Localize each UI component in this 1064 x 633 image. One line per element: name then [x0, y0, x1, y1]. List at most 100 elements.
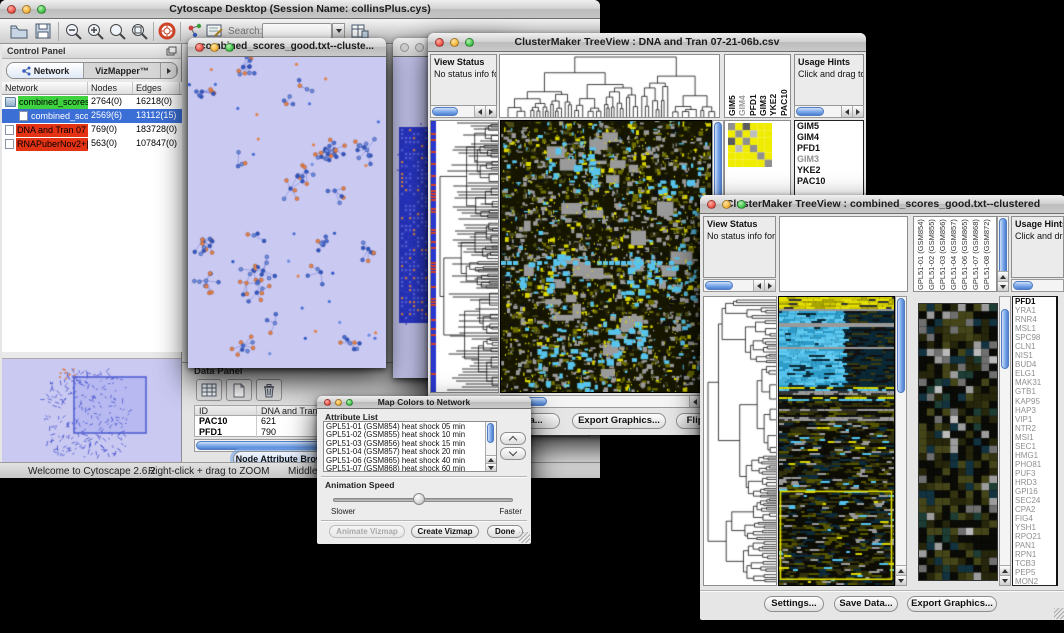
- gene-label[interactable]: GIM4: [795, 132, 863, 143]
- zoom-selected-icon[interactable]: [130, 22, 150, 46]
- zoom-window-icon[interactable]: [737, 200, 746, 209]
- scroll-up-icon[interactable]: [896, 565, 906, 575]
- gene-label[interactable]: GPI16: [1013, 487, 1056, 496]
- save-data-button[interactable]: Save Data...: [834, 596, 898, 612]
- gene-label[interactable]: ELG1: [1013, 369, 1056, 378]
- save-icon[interactable]: [34, 22, 52, 45]
- main-titlebar[interactable]: Cytoscape Desktop (Session Name: collins…: [0, 0, 600, 19]
- attribute-list-vscrollbar[interactable]: [485, 422, 496, 471]
- scroll-down-icon[interactable]: [998, 281, 1008, 291]
- gene-label[interactable]: HRD3: [1013, 478, 1056, 487]
- gene-label[interactable]: SPC98: [1013, 333, 1056, 342]
- move-up-button[interactable]: [500, 432, 526, 445]
- delete-attribute-trash-icon[interactable]: [256, 379, 282, 401]
- tv2-heatmap-canvas[interactable]: [779, 297, 894, 585]
- scroll-right-icon[interactable]: [764, 280, 775, 291]
- gene-label[interactable]: CLN1: [1013, 342, 1056, 351]
- settings-button[interactable]: Settings...: [764, 596, 824, 612]
- close-icon[interactable]: [707, 200, 716, 209]
- column-label[interactable]: GIM4: [737, 57, 747, 116]
- gene-label[interactable]: PHO81: [1013, 460, 1056, 469]
- slider-thumb[interactable]: [413, 493, 425, 505]
- help-lifering-icon[interactable]: [158, 22, 177, 46]
- scroll-left-icon[interactable]: [474, 106, 485, 117]
- column-label[interactable]: GPL51-01 (GSM854): [916, 218, 927, 290]
- column-label[interactable]: GIM5: [727, 57, 737, 116]
- gene-label[interactable]: YKE2: [795, 165, 863, 176]
- scrollbar-thumb[interactable]: [1001, 309, 1009, 369]
- treeview-combined-titlebar[interactable]: ClusterMaker TreeView : combined_scores_…: [700, 195, 1064, 214]
- scroll-left-icon[interactable]: [753, 280, 764, 291]
- column-label[interactable]: GPL51-06 (GSM865): [960, 218, 971, 290]
- gene-label[interactable]: NIS1: [1013, 351, 1056, 360]
- zoom-window-icon[interactable]: [465, 38, 474, 47]
- treeview-dna-titlebar[interactable]: ClusterMaker TreeView : DNA and Tran 07-…: [428, 33, 866, 52]
- scrollbar-thumb[interactable]: [897, 298, 905, 393]
- network-table-row[interactable]: combined_sco 2569(6) 13112(15): [2, 109, 182, 123]
- scroll-up-icon[interactable]: [998, 271, 1008, 281]
- minimize-icon[interactable]: [335, 399, 342, 406]
- birdseye-canvas[interactable]: [2, 359, 181, 463]
- gene-label[interactable]: YRA1: [1013, 306, 1056, 315]
- network-table-row[interactable]: RNAPuberNov2+| 563(0) 107847(0): [2, 137, 182, 151]
- scrollbar-thumb[interactable]: [796, 107, 824, 116]
- scroll-up-icon[interactable]: [1000, 565, 1010, 575]
- tv2-zoom-vscrollbar[interactable]: [999, 296, 1011, 586]
- scroll-up-icon[interactable]: [486, 455, 496, 463]
- gene-label[interactable]: HMG1: [1013, 451, 1056, 460]
- gene-label[interactable]: PEP5: [1013, 568, 1056, 577]
- scrollbar-thumb[interactable]: [432, 107, 458, 116]
- animate-vizmap-button[interactable]: Animate Vizmap: [329, 525, 405, 538]
- column-label[interactable]: GPL51-03 (GSM856): [938, 218, 949, 290]
- tv2-status-hscrollbar[interactable]: [703, 279, 776, 292]
- close-icon[interactable]: [435, 38, 444, 47]
- gene-label[interactable]: TCB3: [1013, 559, 1056, 568]
- gene-label[interactable]: KAP95: [1013, 397, 1056, 406]
- tv2-gene-list[interactable]: PFD1YRA1RNR4MSL1SPC98CLN1NIS1BUD4ELG1MAK…: [1012, 296, 1058, 586]
- dialog-titlebar[interactable]: Map Colors to Network: [317, 396, 531, 409]
- gene-label[interactable]: YSH1: [1013, 523, 1056, 532]
- gene-label[interactable]: CPA2: [1013, 505, 1056, 514]
- zoom-window-icon[interactable]: [37, 5, 46, 14]
- scroll-left-icon[interactable]: [689, 396, 700, 407]
- gene-label[interactable]: PAN1: [1013, 541, 1056, 550]
- tv2-hints-hscrollbar[interactable]: [1011, 279, 1064, 292]
- done-button[interactable]: Done: [487, 525, 523, 538]
- column-label[interactable]: PFD1: [748, 57, 758, 116]
- scrollbar-thumb[interactable]: [705, 281, 733, 290]
- gene-label[interactable]: SEC24: [1013, 496, 1056, 505]
- network-view-titlebar[interactable]: combined_scores_good.txt--cluste...: [188, 38, 386, 57]
- gene-label[interactable]: MSL1: [1013, 324, 1056, 333]
- tv2-row-dendrogram-canvas[interactable]: [704, 297, 776, 585]
- column-label[interactable]: GPL51-04 (GSM857): [949, 218, 960, 290]
- gene-label[interactable]: RNR4: [1013, 315, 1056, 324]
- gene-label[interactable]: BUD4: [1013, 360, 1056, 369]
- scroll-down-icon[interactable]: [1000, 575, 1010, 585]
- tv2-heatmap-vscrollbar[interactable]: [895, 296, 907, 586]
- tv2-column-dendrogram-pane[interactable]: [779, 216, 908, 292]
- gene-label[interactable]: RPO21: [1013, 532, 1056, 541]
- export-graphics-button[interactable]: Export Graphics...: [572, 413, 666, 429]
- attribute-listbox[interactable]: GPL51-01 (GSM854) heat shock 05 minGPL51…: [323, 421, 497, 472]
- gene-label[interactable]: PFD1: [795, 143, 863, 154]
- scrollbar-thumb[interactable]: [487, 423, 494, 443]
- tab-network[interactable]: Network: [7, 63, 84, 78]
- attribute-item[interactable]: GPL51-07 (GSM868) heat shock 60 min: [326, 465, 496, 472]
- tv2-labels-vscrollbar[interactable]: [997, 216, 1009, 292]
- column-label[interactable]: GPL51-08 (GSM872): [982, 218, 993, 290]
- tv1-hints-hscrollbar[interactable]: [794, 105, 864, 118]
- gene-label[interactable]: VIP1: [1013, 415, 1056, 424]
- minimize-icon[interactable]: [415, 43, 424, 52]
- scroll-right-icon[interactable]: [485, 106, 496, 117]
- tv1-column-dendrogram-canvas[interactable]: [500, 55, 719, 117]
- gene-label[interactable]: RPN1: [1013, 550, 1056, 559]
- minimize-icon[interactable]: [210, 43, 219, 52]
- zoom-window-icon[interactable]: [225, 43, 234, 52]
- minimize-icon[interactable]: [450, 38, 459, 47]
- new-attribute-icon[interactable]: [226, 379, 252, 401]
- network-list-header[interactable]: Network Nodes Edges: [2, 82, 182, 95]
- zoom-window-icon[interactable]: [346, 399, 353, 406]
- scroll-down-icon[interactable]: [486, 463, 496, 471]
- gene-label[interactable]: GIM3: [795, 154, 863, 165]
- open-file-icon[interactable]: [9, 22, 29, 45]
